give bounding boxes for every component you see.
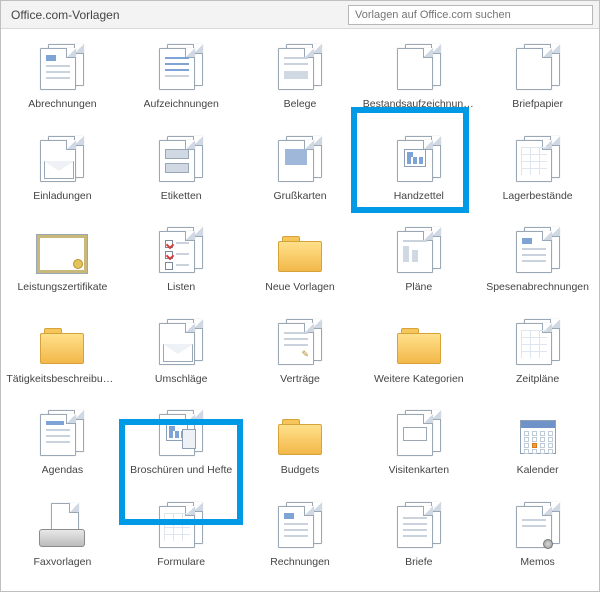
category-label: Tätigkeitsbeschreibungen — [6, 374, 118, 386]
template-panel: Office.com-Vorlagen Abrechnungen Aufzeic… — [0, 0, 600, 592]
table-icon — [509, 133, 567, 185]
category-label: Agendas — [42, 465, 83, 477]
checklist-red-icon — [152, 224, 210, 276]
category-zeitplaene[interactable]: Zeitpläne — [478, 312, 597, 386]
panel-title: Office.com-Vorlagen — [11, 8, 120, 22]
agenda-icon — [33, 407, 91, 459]
category-label: Bestandsaufzeichnungen — [363, 99, 475, 111]
category-label: Etiketten — [161, 191, 202, 203]
flyer-highlight-icon — [390, 133, 448, 185]
category-label: Briefe — [405, 557, 432, 569]
category-label: Aufzeichnungen — [144, 99, 219, 111]
category-grid: Abrechnungen Aufzeichnungen Belege Besta… — [1, 29, 599, 576]
invoice2-icon — [271, 499, 329, 551]
category-label: Verträge — [280, 374, 320, 386]
schedule-icon — [509, 316, 567, 368]
formgrid-icon — [152, 499, 210, 551]
category-faxvorlagen[interactable]: Faxvorlagen — [3, 495, 122, 569]
category-label: Umschläge — [155, 374, 208, 386]
category-bestandsaufzeichnungen[interactable]: Bestandsaufzeichnungen — [359, 37, 478, 111]
greeting-icon — [271, 133, 329, 185]
category-label: Neue Vorlagen — [265, 282, 334, 294]
category-weitere-kategorien[interactable]: Weitere Kategorien — [359, 312, 478, 386]
category-budgets[interactable]: Budgets — [241, 403, 360, 477]
category-rechnungen[interactable]: Rechnungen — [241, 495, 360, 569]
contract-icon: ✎ — [271, 316, 329, 368]
search-box — [348, 5, 593, 25]
category-broschueren[interactable]: Broschüren und Hefte — [122, 403, 241, 477]
category-aufzeichnungen[interactable]: Aufzeichnungen — [122, 37, 241, 111]
category-einladungen[interactable]: Einladungen — [3, 129, 122, 203]
category-kalender[interactable]: Kalender — [478, 403, 597, 477]
envelope-icon — [33, 133, 91, 185]
envelope-icon — [152, 316, 210, 368]
letter-icon — [390, 499, 448, 551]
category-grusskarten[interactable]: Grußkarten — [241, 129, 360, 203]
category-spesenabrechnungen[interactable]: Spesenabrechnungen — [478, 220, 597, 294]
category-label: Memos — [520, 557, 554, 569]
category-label: Handzettel — [394, 191, 444, 203]
category-abrechnungen[interactable]: Abrechnungen — [3, 37, 122, 111]
category-label: Lagerbestände — [503, 191, 573, 203]
category-umschlaege[interactable]: Umschläge — [122, 312, 241, 386]
category-listen[interactable]: Listen — [122, 220, 241, 294]
category-briefe[interactable]: Briefe — [359, 495, 478, 569]
category-label: Pläne — [405, 282, 432, 294]
category-memos[interactable]: Memos — [478, 495, 597, 569]
blank-icon — [509, 41, 567, 93]
expense-icon — [509, 224, 567, 276]
category-briefpapier[interactable]: Briefpapier — [478, 37, 597, 111]
folder-icon — [33, 316, 91, 368]
category-label: Formulare — [157, 557, 205, 569]
category-label: Abrechnungen — [28, 99, 96, 111]
category-belege[interactable]: Belege — [241, 37, 360, 111]
category-label: Einladungen — [33, 191, 91, 203]
category-label: Belege — [284, 99, 317, 111]
category-handzettel[interactable]: Handzettel — [359, 129, 478, 203]
category-label: Broschüren und Hefte — [130, 465, 232, 477]
panel-header: Office.com-Vorlagen — [1, 1, 599, 29]
fax-icon — [33, 499, 91, 551]
category-formulare[interactable]: Formulare — [122, 495, 241, 569]
certificate-icon — [33, 224, 91, 276]
bizcard-icon — [390, 407, 448, 459]
folder-icon — [271, 407, 329, 459]
category-label: Weitere Kategorien — [374, 374, 464, 386]
category-taetigkeitsbeschreibungen[interactable]: Tätigkeitsbeschreibungen — [3, 312, 122, 386]
brochure-highlight-icon — [152, 407, 210, 459]
calendar-icon — [509, 407, 567, 459]
category-label: Kalender — [517, 465, 559, 477]
category-plaene[interactable]: Pläne — [359, 220, 478, 294]
receipt-icon — [271, 41, 329, 93]
label-icon — [152, 133, 210, 185]
category-label: Zeitpläne — [516, 374, 559, 386]
checklist-blue-icon — [152, 41, 210, 93]
category-label: Faxvorlagen — [34, 557, 92, 569]
category-agendas[interactable]: Agendas — [3, 403, 122, 477]
category-label: Visitenkarten — [389, 465, 450, 477]
category-label: Budgets — [281, 465, 320, 477]
category-label: Leistungszertifikate — [17, 282, 107, 294]
category-leistungszertifikate[interactable]: Leistungszertifikate — [3, 220, 122, 294]
plan-icon — [390, 224, 448, 276]
category-label: Grußkarten — [273, 191, 326, 203]
invoice-icon — [33, 41, 91, 93]
category-label: Spesenabrechnungen — [486, 282, 589, 294]
folder-icon — [271, 224, 329, 276]
category-label: Briefpapier — [512, 99, 563, 111]
category-label: Rechnungen — [270, 557, 330, 569]
category-lagerbestaende[interactable]: Lagerbestände — [478, 129, 597, 203]
folder-icon — [390, 316, 448, 368]
category-label: Listen — [167, 282, 195, 294]
search-input[interactable] — [348, 5, 593, 25]
category-etiketten[interactable]: Etiketten — [122, 129, 241, 203]
memo-icon — [509, 499, 567, 551]
blank-highlight-icon — [390, 41, 448, 93]
category-visitenkarten[interactable]: Visitenkarten — [359, 403, 478, 477]
category-neue-vorlagen[interactable]: Neue Vorlagen — [241, 220, 360, 294]
category-vertraege[interactable]: ✎ Verträge — [241, 312, 360, 386]
